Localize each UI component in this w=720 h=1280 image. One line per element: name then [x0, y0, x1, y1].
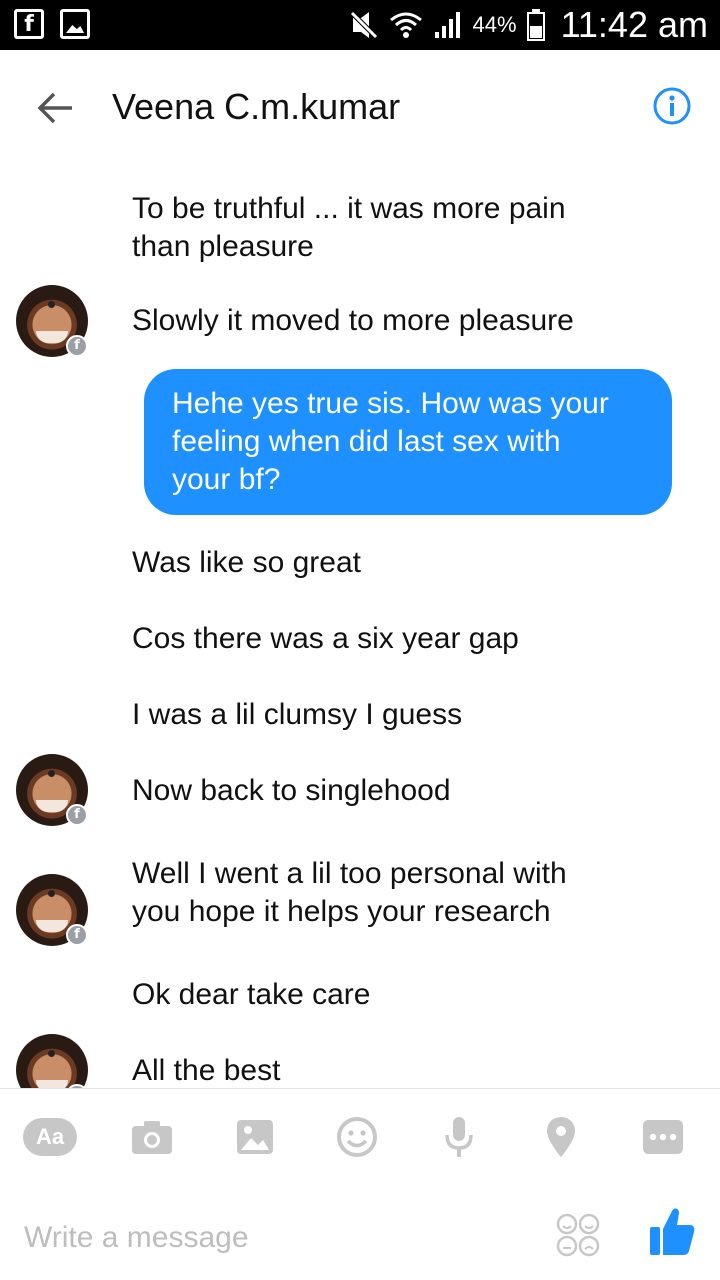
message-input[interactable] — [24, 1213, 524, 1263]
message-received: Was like so great — [132, 546, 361, 579]
message-received: Cos there was a six year gap — [132, 622, 519, 655]
composer: Aa — [0, 1088, 720, 1280]
message-thread[interactable]: To be truthful ... it was more pain than… — [0, 162, 720, 1088]
facebook-badge-icon: f — [66, 804, 88, 826]
info-icon[interactable] — [652, 86, 692, 126]
message-line: you hope it helps your research — [132, 895, 551, 928]
battery-percent: 44% — [472, 12, 517, 37]
location-button[interactable] — [533, 1113, 589, 1161]
text-format-button[interactable]: Aa — [22, 1113, 78, 1161]
message-received: Slowly it moved to more pleasure — [132, 304, 574, 337]
voice-button[interactable] — [431, 1113, 487, 1161]
aa-label: Aa — [23, 1118, 77, 1156]
avatar[interactable]: f — [16, 754, 88, 826]
status-system: 44% 11:42 am — [348, 0, 708, 50]
microphone-icon — [445, 1117, 473, 1157]
sticker-icon[interactable] — [554, 1211, 602, 1259]
location-icon — [547, 1117, 575, 1157]
clock: 11:42 am — [560, 4, 708, 45]
thumbs-up-icon[interactable] — [648, 1205, 696, 1257]
message-line: feeling when did last sex with — [172, 425, 561, 458]
status-bar: f 44% 11:42 am — [0, 0, 720, 50]
facebook-badge-icon: f — [66, 335, 88, 357]
more-icon — [643, 1120, 683, 1154]
battery-icon — [526, 9, 545, 41]
gallery-icon — [60, 9, 90, 39]
message-line: than pleasure — [132, 230, 314, 263]
arrow-left-icon[interactable] — [34, 86, 78, 130]
message-received: All the best — [132, 1054, 281, 1087]
avatar[interactable]: f — [16, 874, 88, 946]
avatar[interactable]: f — [16, 285, 88, 357]
message-line: your bf? — [172, 463, 281, 496]
message-received: Now back to singlehood — [132, 774, 451, 807]
wifi-icon — [389, 12, 422, 38]
message-received: To be truthful ... it was more pain than… — [132, 190, 566, 266]
camera-icon — [132, 1121, 172, 1154]
message-line: To be truthful ... it was more pain — [132, 192, 566, 225]
message-sent-bubble: Hehe yes true sis. How was your feeling … — [144, 369, 672, 515]
gallery-button[interactable] — [227, 1113, 283, 1161]
contact-photo — [16, 1034, 88, 1088]
message-received: I was a lil clumsy I guess — [132, 698, 463, 731]
mute-icon — [348, 10, 379, 40]
message-received: Ok dear take care — [132, 978, 371, 1011]
facebook-icon: f — [14, 9, 44, 39]
message-line: Hehe yes true sis. How was your — [172, 387, 609, 420]
status-notifications: f — [14, 9, 90, 39]
facebook-badge-icon: f — [66, 924, 88, 946]
emoji-icon — [337, 1117, 377, 1157]
emoji-button[interactable] — [329, 1113, 385, 1161]
conversation-header: Veena C.m.kumar — [0, 50, 720, 162]
message-received: Well I went a lil too personal with you … — [132, 855, 567, 931]
contact-name[interactable]: Veena C.m.kumar — [112, 86, 400, 128]
camera-button[interactable] — [124, 1113, 180, 1161]
image-icon — [237, 1120, 273, 1154]
avatar[interactable]: f — [16, 1034, 88, 1088]
signal-icon — [434, 12, 460, 38]
more-button[interactable] — [635, 1113, 691, 1161]
message-line: Well I went a lil too personal with — [132, 857, 567, 890]
